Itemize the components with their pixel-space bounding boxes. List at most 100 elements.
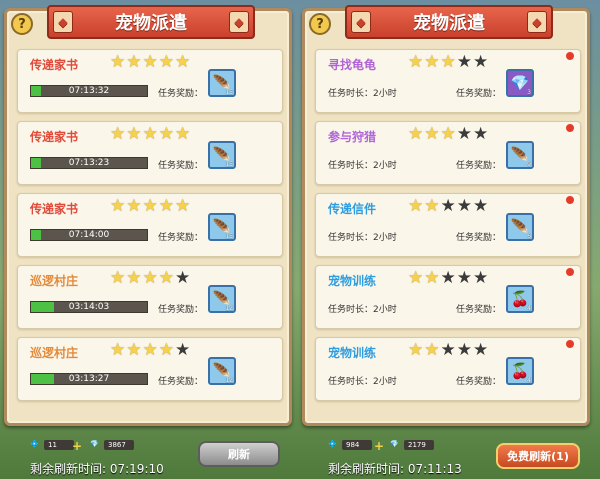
task-card[interactable]: 寻找龟龟 ★ ★ ★ ★ ★ 任务时长：2小时 任务奖励： 💎 3 — [315, 49, 581, 113]
task-card[interactable]: 宠物训练 ★ ★ ★ ★ ★ 任务时长：2小时 任务奖励： 🍒 4 — [315, 265, 581, 329]
star-icon: ★ — [473, 124, 489, 144]
reward-item[interactable]: 🪶 6 — [506, 213, 534, 241]
crystal-count: 11 — [44, 440, 74, 450]
star-icon: ★ — [175, 340, 191, 360]
task-timer: 03:13:27 — [68, 374, 110, 384]
crystal-icon: 💠 — [328, 440, 337, 448]
star-icon: ★ — [456, 52, 472, 72]
star-icon: ★ — [110, 124, 126, 144]
star-icon: ★ — [175, 196, 191, 216]
task-star-rating: ★ ★ ★ ★ ★ — [110, 53, 190, 71]
diamond-icon: 💎 — [90, 440, 99, 448]
reward-quantity: 15 — [225, 89, 233, 96]
diamond-currency: 💎 2179 — [390, 440, 434, 450]
star-icon: ★ — [110, 340, 126, 360]
task-card[interactable]: 传递家书 ★ ★ ★ ★ ★ 07:14:00 任务奖励： 🪶 15 — [17, 193, 283, 257]
reward-quantity: 12 — [225, 377, 233, 384]
flag-icon: ◆ — [229, 11, 249, 33]
task-name: 传递家书 — [30, 58, 79, 72]
task-star-rating: ★ ★ ★ ★ ★ — [408, 341, 488, 359]
star-icon: ★ — [440, 124, 456, 144]
notification-dot — [566, 52, 574, 60]
task-star-rating: ★ ★ ★ ★ ★ — [408, 197, 488, 215]
star-icon: ★ — [126, 196, 142, 216]
plus-icon[interactable]: + — [72, 439, 82, 453]
free-refresh-button[interactable]: 免费刷新(1) — [496, 443, 580, 469]
reward-item[interactable]: 🍒 4 — [506, 285, 534, 313]
star-icon: ★ — [158, 196, 174, 216]
diamond-count: 3867 — [104, 440, 134, 450]
task-card[interactable]: 巡逻村庄 ★ ★ ★ ★ ★ 03:13:27 任务奖励： 🪶 12 — [17, 337, 283, 401]
reward-item[interactable]: 🪶 9 — [506, 141, 534, 169]
reward-label: 任务奖励： — [456, 305, 502, 315]
task-card[interactable]: 参与狩猎 ★ ★ ★ ★ ★ 任务时长：2小时 任务奖励： 🪶 9 — [315, 121, 581, 185]
reward-label: 任务奖励： — [158, 305, 204, 315]
task-name: 寻找龟龟 — [328, 58, 377, 72]
task-star-rating: ★ ★ ★ ★ ★ — [110, 197, 190, 215]
reward-label: 任务奖励： — [456, 377, 502, 387]
refresh-button[interactable]: 刷新 — [198, 441, 280, 467]
refresh-timer: 剩余刷新时间: 07:19:10 — [30, 462, 164, 476]
help-icon[interactable]: ? — [309, 13, 331, 35]
task-timer: 07:13:32 — [68, 86, 110, 96]
task-name: 宠物训练 — [328, 346, 377, 360]
star-icon: ★ — [126, 340, 142, 360]
reward-item[interactable]: 🪶 15 — [208, 213, 236, 241]
task-card[interactable]: 传递家书 ★ ★ ★ ★ ★ 07:13:32 任务奖励： 🪶 15 — [17, 49, 283, 113]
notification-dot — [566, 268, 574, 276]
star-icon: ★ — [440, 340, 456, 360]
task-name: 传递家书 — [30, 130, 79, 144]
star-icon: ★ — [440, 196, 456, 216]
crystal-icon: 💠 — [30, 440, 39, 448]
crystal-currency: 💠 11 — [30, 440, 74, 450]
reward-item[interactable]: 🍒 4 — [506, 357, 534, 385]
reward-label: 任务奖励： — [158, 377, 204, 387]
task-card[interactable]: 巡逻村庄 ★ ★ ★ ★ ★ 03:14:03 任务奖励： 🪶 12 — [17, 265, 283, 329]
reward-item[interactable]: 🪶 15 — [208, 141, 236, 169]
star-icon: ★ — [473, 268, 489, 288]
star-icon: ★ — [175, 52, 191, 72]
star-icon: ★ — [456, 340, 472, 360]
notification-dot — [566, 124, 574, 132]
star-icon: ★ — [424, 340, 440, 360]
reward-item[interactable]: 🪶 12 — [208, 357, 236, 385]
task-name: 传递信件 — [328, 202, 377, 216]
reward-label: 任务奖励： — [456, 89, 502, 99]
star-icon: ★ — [424, 124, 440, 144]
reward-quantity: 9 — [527, 161, 531, 168]
task-card[interactable]: 宠物训练 ★ ★ ★ ★ ★ 任务时长：2小时 任务奖励： 🍒 4 — [315, 337, 581, 401]
crystal-count: 984 — [342, 440, 372, 450]
task-card[interactable]: 传递信件 ★ ★ ★ ★ ★ 任务时长：2小时 任务奖励： 🪶 6 — [315, 193, 581, 257]
panel-title: 宠物派遣 — [115, 13, 187, 34]
star-icon: ★ — [424, 196, 440, 216]
reward-label: 任务奖励： — [456, 161, 502, 171]
task-star-rating: ★ ★ ★ ★ ★ — [408, 125, 488, 143]
reward-item[interactable]: 🪶 12 — [208, 285, 236, 313]
star-icon: ★ — [142, 340, 158, 360]
star-icon: ★ — [440, 52, 456, 72]
star-icon: ★ — [142, 52, 158, 72]
plus-icon[interactable]: + — [374, 439, 384, 453]
panel-title: 宠物派遣 — [413, 13, 485, 34]
task-progress-bar: 07:13:32 — [30, 85, 148, 97]
star-icon: ★ — [110, 268, 126, 288]
task-progress-bar: 07:14:00 — [30, 229, 148, 241]
diamond-count: 2179 — [404, 440, 434, 450]
reward-item[interactable]: 🪶 15 — [208, 69, 236, 97]
reward-item[interactable]: 💎 3 — [506, 69, 534, 97]
star-icon: ★ — [456, 268, 472, 288]
task-name: 宠物训练 — [328, 274, 377, 288]
task-name: 传递家书 — [30, 202, 79, 216]
task-duration: 任务时长：2小时 — [328, 89, 397, 99]
task-star-rating: ★ ★ ★ ★ ★ — [408, 269, 488, 287]
reward-quantity: 3 — [527, 89, 531, 96]
reward-quantity: 6 — [527, 233, 531, 240]
diamond-icon: 💎 — [390, 440, 399, 448]
star-icon: ★ — [126, 268, 142, 288]
task-card[interactable]: 传递家书 ★ ★ ★ ★ ★ 07:13:23 任务奖励： 🪶 15 — [17, 121, 283, 185]
help-icon[interactable]: ? — [11, 13, 33, 35]
right-dispatch-panel: ? ◆ 宠物派遣 ◆ 寻找龟龟 ★ ★ ★ ★ ★ 任务时长：2小时 任务奖励： 💎 3 … — [302, 5, 590, 426]
reward-quantity: 12 — [225, 305, 233, 312]
star-icon: ★ — [126, 124, 142, 144]
star-icon: ★ — [110, 196, 126, 216]
